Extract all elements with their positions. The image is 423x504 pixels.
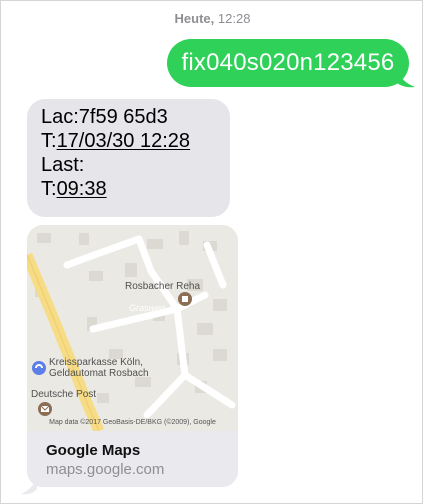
map-graphic — [27, 225, 238, 431]
map-attribution: Map data ©2017 GeoBasis-DE/BKG (©2009), … — [49, 419, 216, 426]
poi-bank-label-line2: Geldautomat Rosbach — [49, 368, 149, 379]
time-prefix: T: — [41, 130, 57, 152]
incoming-bubble-tail — [21, 479, 37, 495]
poi-bank-label-line1: Kreissparkasse Köln, — [49, 357, 143, 368]
conversation-view: Heute, 12:28 fix040s020n123456 Lac:7f59 … — [0, 0, 423, 504]
timestamp-time: 12:28 — [217, 11, 251, 26]
message-last-time-line: T:09:38 — [41, 177, 230, 201]
map-link-preview[interactable]: Rosbacher Reha Grasweg Kreissparkasse Kö… — [27, 225, 238, 487]
outgoing-bubble-tail — [397, 71, 415, 88]
last-time-link[interactable]: 09:38 — [57, 178, 107, 200]
timestamp-day: Heute, — [174, 11, 215, 26]
map-thumbnail[interactable]: Rosbacher Reha Grasweg Kreissparkasse Kö… — [27, 225, 238, 431]
map-card-footer[interactable]: Google Maps maps.google.com — [27, 431, 238, 487]
link-title: Google Maps — [46, 442, 141, 459]
link-url: maps.google.com — [46, 461, 165, 478]
mail-marker-icon — [38, 402, 52, 416]
street-label: Grasweg — [129, 303, 166, 313]
message-time-line: T:17/03/30 12:28 — [41, 129, 230, 153]
incoming-message-bubble[interactable]: Lac:7f59 65d3 T:17/03/30 12:28 Last: T:0… — [27, 99, 230, 217]
last-time-prefix: T: — [41, 178, 57, 200]
outgoing-message-bubble[interactable]: fix040s020n123456 — [167, 39, 409, 87]
poi-post-label: Deutsche Post — [31, 389, 97, 400]
datetime-link[interactable]: 17/03/30 12:28 — [57, 130, 190, 152]
bank-marker-icon — [32, 361, 46, 375]
poi-rehab-label: Rosbacher Reha — [125, 281, 201, 292]
message-lac-line: Lac:7f59 65d3 — [41, 106, 168, 128]
medical-marker-icon — [178, 292, 192, 306]
message-last-line: Last: — [41, 154, 85, 176]
message-timestamp: Heute, 12:28 — [1, 11, 423, 26]
